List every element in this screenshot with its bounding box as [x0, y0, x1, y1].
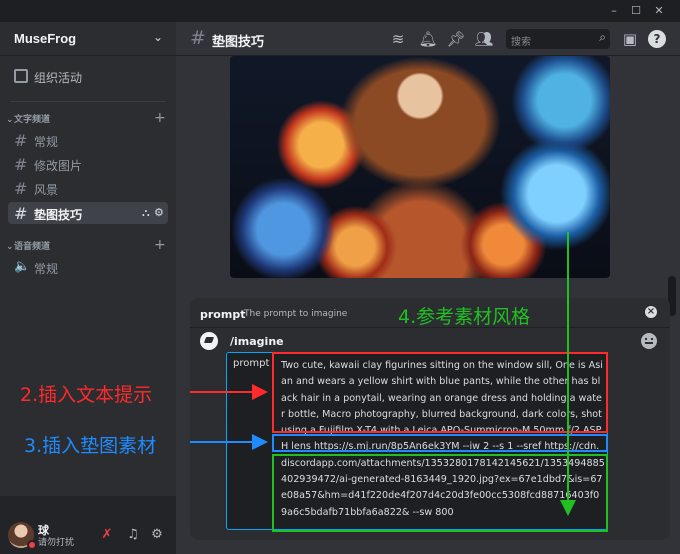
- annotation-arrows: [190, 232, 576, 516]
- discord-window: – ☐ ✕ MuseFrog ⌄ 组织活动 ⌄文字频道 + # 常规 # 修改图…: [0, 0, 680, 554]
- annotation-text-prompt: 2.插入文本提示: [20, 384, 153, 406]
- annotation-style-ref: 4.参考素材风格: [398, 306, 531, 328]
- annotation-image-prompt: 3.插入垫图素材: [24, 435, 157, 457]
